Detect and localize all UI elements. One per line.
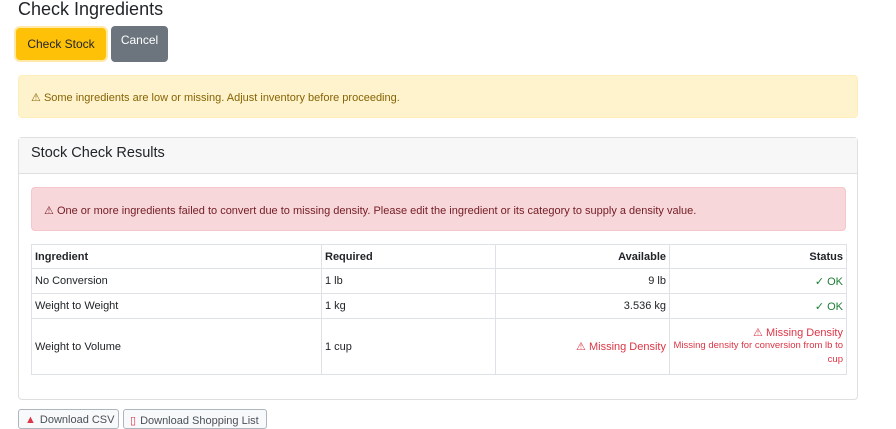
warning-alert-text: Some ingredients are low or missing. Adj… (43, 92, 400, 104)
download-shopping-list-button[interactable]: ▯ Download Shopping List (123, 409, 267, 429)
card-header: Stock Check Results (19, 138, 857, 174)
table-row: Weight to Weight 1 kg 3.536 kg ✓ OK (31, 293, 847, 319)
table-header-row: Ingredient Required Available Status (31, 244, 847, 269)
stock-check-results-card: Stock Check Results ⚠ One or more ingred… (18, 137, 858, 400)
column-header-status: Status (669, 244, 847, 269)
stock-results-table: Ingredient Required Available Status No … (31, 244, 847, 375)
ingredient-cell: Weight to Volume (31, 318, 322, 375)
column-header-available: Available (495, 244, 670, 269)
danger-alert-text: One or more ingredients failed to conver… (56, 205, 697, 217)
check-stock-button[interactable]: Check Stock (16, 28, 106, 60)
required-cell: 1 lb (321, 268, 496, 294)
status-cell: ⚠ Missing Density Missing density for co… (669, 318, 847, 375)
status-missing-density-badge: ⚠ Missing Density (753, 327, 843, 339)
download-csv-button[interactable]: ▲ Download CSV (18, 409, 119, 429)
ingredient-cell: No Conversion (31, 268, 322, 294)
available-cell: 9 lb (495, 268, 670, 294)
page-title: Check Ingredients (18, 0, 164, 19)
column-header-required: Required (321, 244, 496, 269)
download-csv-label: Download CSV (39, 414, 115, 426)
warning-icon: ⚠ (31, 92, 41, 104)
table-row: Weight to Volume 1 cup ⚠ Missing Density… (31, 318, 847, 375)
status-ok-badge: ✓ OK (669, 268, 847, 294)
low-stock-warning-alert: ⚠ Some ingredients are low or missing. A… (18, 75, 858, 118)
required-cell: 1 cup (321, 318, 496, 375)
available-cell: 3.536 kg (495, 293, 670, 319)
ingredient-cell: Weight to Weight (31, 293, 322, 319)
table-row: No Conversion 1 lb 9 lb ✓ OK (31, 268, 847, 294)
available-missing-density: ⚠ Missing Density (495, 318, 670, 375)
required-cell: 1 kg (321, 293, 496, 319)
download-icon: ▲ (25, 414, 36, 426)
column-header-ingredient: Ingredient (31, 244, 322, 269)
cancel-button[interactable]: Cancel (111, 26, 168, 62)
status-detail-text: Missing density for conversion from lb t… (673, 340, 843, 365)
warning-icon: ⚠ (44, 205, 54, 217)
missing-density-alert: ⚠ One or more ingredients failed to conv… (31, 187, 846, 231)
status-ok-badge: ✓ OK (669, 293, 847, 319)
